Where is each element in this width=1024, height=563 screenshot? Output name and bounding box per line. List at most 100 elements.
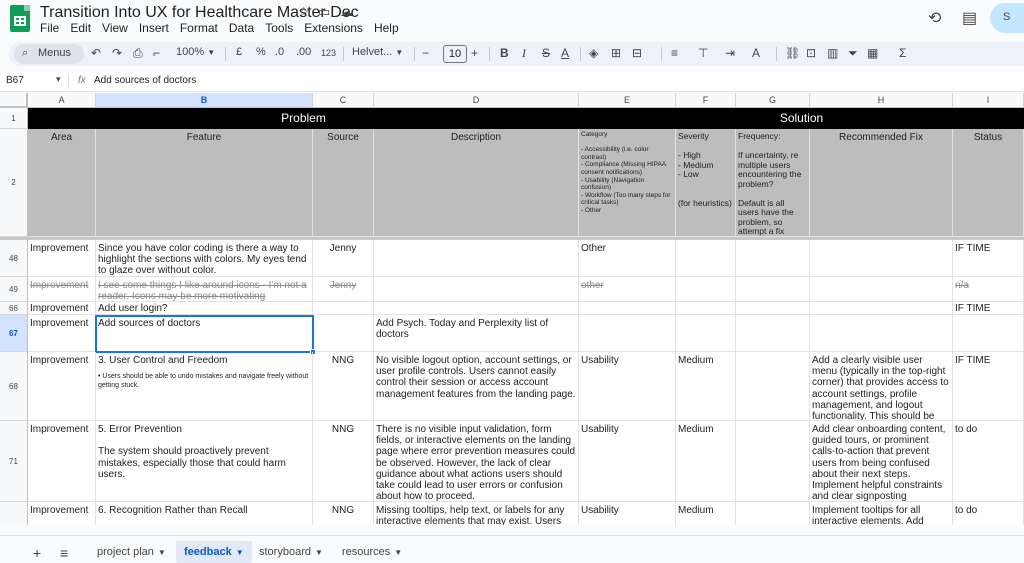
zoom-select[interactable]: 100% ▼: [176, 46, 215, 58]
column-header-b[interactable]: B: [96, 93, 313, 108]
cell-e49[interactable]: other: [579, 277, 676, 302]
cell-e-next[interactable]: Usability: [579, 502, 676, 525]
row-header-68[interactable]: 68: [0, 352, 28, 421]
cell-f68[interactable]: Medium: [676, 352, 736, 421]
text-color-icon[interactable]: A: [561, 46, 569, 60]
filter-icon[interactable]: ⏷: [848, 46, 858, 61]
name-box[interactable]: B67: [6, 75, 24, 86]
menus-search[interactable]: ⌕ Menus: [14, 44, 84, 64]
font-size-input[interactable]: 10: [443, 45, 467, 63]
strikethrough-icon[interactable]: S: [542, 46, 550, 60]
cell-e67[interactable]: [579, 315, 676, 352]
cell-g66[interactable]: [736, 302, 810, 315]
cell-h66[interactable]: [810, 302, 953, 315]
move-folder-icon[interactable]: ▭: [318, 4, 330, 20]
cell-b71[interactable]: 5. Error Prevention The system should pr…: [96, 421, 313, 502]
add-sheet-icon[interactable]: +: [33, 545, 41, 561]
header-description[interactable]: Description: [374, 129, 579, 237]
column-header-d[interactable]: D: [374, 93, 579, 108]
cell-e48[interactable]: Other: [579, 240, 676, 277]
row-header-48[interactable]: 48: [0, 240, 28, 277]
filter-views-icon[interactable]: ▦: [867, 46, 878, 60]
cell-g68[interactable]: [736, 352, 810, 421]
increase-decimal-button[interactable]: .00: [296, 46, 311, 58]
star-icon[interactable]: ☆: [298, 4, 310, 20]
column-header-a[interactable]: A: [28, 93, 96, 108]
cell-i67[interactable]: [953, 315, 1024, 352]
cell-g-next[interactable]: [736, 502, 810, 525]
row-header-1[interactable]: 1: [0, 108, 28, 129]
cell-g49[interactable]: [736, 277, 810, 302]
merge-cells-icon[interactable]: ⊟: [632, 46, 642, 60]
solution-band[interactable]: Solution: [579, 108, 1024, 129]
more-formats-button[interactable]: 123: [321, 48, 336, 58]
header-source[interactable]: Source: [313, 129, 374, 237]
row-header-67[interactable]: 67: [0, 315, 28, 352]
header-category[interactable]: Category - Accessibility (i.e. color con…: [579, 129, 676, 237]
version-history-icon[interactable]: ⟲: [928, 8, 941, 28]
cell-f66[interactable]: [676, 302, 736, 315]
row-header-66[interactable]: 66: [0, 302, 28, 315]
column-header-h[interactable]: H: [810, 93, 953, 108]
decrease-font-size-icon[interactable]: −: [422, 46, 429, 60]
problem-band[interactable]: Problem: [28, 108, 579, 129]
menu-file[interactable]: File: [40, 21, 59, 35]
cell-a67[interactable]: Improvement: [28, 315, 96, 352]
percent-format-button[interactable]: %: [256, 46, 266, 58]
cell-a66[interactable]: Improvement: [28, 302, 96, 315]
insert-comment-icon[interactable]: ⊡: [806, 46, 816, 60]
cell-d48[interactable]: [374, 240, 579, 277]
cloud-status-icon[interactable]: ☁: [340, 4, 353, 20]
cell-f67[interactable]: [676, 315, 736, 352]
cell-i66[interactable]: IF TIME: [953, 302, 1024, 315]
cell-i71[interactable]: to do: [953, 421, 1024, 502]
cell-b68[interactable]: 3. User Control and Freedom • Users shou…: [96, 352, 313, 421]
cell-c66[interactable]: [313, 302, 374, 315]
cell-d68[interactable]: No visible logout option, account settin…: [374, 352, 579, 421]
cell-c-next[interactable]: NNG: [313, 502, 374, 525]
all-sheets-icon[interactable]: ≡: [60, 545, 68, 561]
menu-extensions[interactable]: Extensions: [304, 21, 363, 35]
cell-e71[interactable]: Usability: [579, 421, 676, 502]
cell-i48[interactable]: IF TIME: [953, 240, 1024, 277]
print-icon[interactable]: ⎙: [133, 46, 143, 61]
menu-insert[interactable]: Insert: [139, 21, 169, 35]
menu-view[interactable]: View: [102, 21, 128, 35]
menu-help[interactable]: Help: [374, 21, 399, 35]
cell-h48[interactable]: [810, 240, 953, 277]
cell-b49[interactable]: I see some things I like around icons - …: [96, 277, 313, 302]
cell-f-next[interactable]: Medium: [676, 502, 736, 525]
cell-i-next[interactable]: to do: [953, 502, 1024, 525]
cell-d66[interactable]: [374, 302, 579, 315]
cell-b66[interactable]: Add user login?: [96, 302, 313, 315]
spreadsheet-grid[interactable]: A B C D E F G H I 1 Problem Solution 2 A…: [0, 93, 1024, 525]
cell-f49[interactable]: [676, 277, 736, 302]
share-button[interactable]: S: [990, 3, 1024, 33]
cell-d71[interactable]: There is no visible input validation, fo…: [374, 421, 579, 502]
column-header-e[interactable]: E: [579, 93, 676, 108]
currency-format-button[interactable]: £: [236, 46, 242, 58]
increase-font-size-icon[interactable]: +: [471, 46, 478, 60]
borders-icon[interactable]: ⊞: [611, 46, 621, 60]
cell-d49[interactable]: [374, 277, 579, 302]
row-header-49[interactable]: 49: [0, 277, 28, 302]
font-select[interactable]: Helvet... ▼: [352, 46, 403, 58]
cell-h49[interactable]: [810, 277, 953, 302]
sheets-logo[interactable]: [10, 5, 30, 32]
cell-f71[interactable]: Medium: [676, 421, 736, 502]
decrease-decimal-button[interactable]: .0: [275, 46, 284, 58]
horizontal-align-icon[interactable]: ≡: [671, 46, 678, 60]
sheet-tab-storyboard[interactable]: storyboard ▼: [251, 541, 331, 563]
header-recommended-fix[interactable]: Recommended Fix: [810, 129, 953, 237]
header-status[interactable]: Status: [953, 129, 1024, 237]
cell-f48[interactable]: [676, 240, 736, 277]
cell-g71[interactable]: [736, 421, 810, 502]
vertical-align-icon[interactable]: ⊤: [698, 46, 708, 60]
menu-tools[interactable]: Tools: [265, 21, 293, 35]
paint-format-icon[interactable]: ⌐: [153, 46, 160, 60]
insert-chart-icon[interactable]: ▥: [827, 46, 838, 60]
formula-input[interactable]: Add sources of doctors: [94, 75, 196, 86]
cell-a68[interactable]: Improvement: [28, 352, 96, 421]
cell-a71[interactable]: Improvement: [28, 421, 96, 502]
header-frequency[interactable]: Frequency: If uncertainty, re multiple u…: [736, 129, 810, 237]
